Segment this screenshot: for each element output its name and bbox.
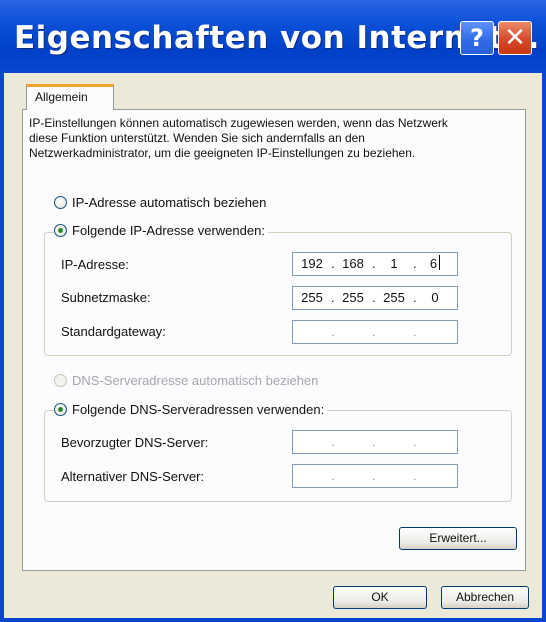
ok-button[interactable]: OK [333, 586, 427, 609]
dns-manual-radio[interactable]: Folgende DNS-Serveradressen verwenden: [54, 401, 328, 419]
octet: 0 [431, 290, 439, 305]
octet: 255 [342, 290, 364, 305]
octet: 6 [429, 256, 438, 271]
cancel-button[interactable]: Abbrechen [441, 586, 529, 609]
radio-button-checked-icon [54, 224, 67, 237]
radio-button-checked-icon [54, 403, 67, 416]
ip-address-label: IP-Adresse: [61, 257, 129, 272]
octet-separator: . [372, 434, 376, 449]
octet-separator: . [413, 468, 417, 483]
advanced-button[interactable]: Erweitert... [399, 527, 517, 550]
octet: 255 [301, 290, 323, 305]
octet: 168 [342, 256, 364, 271]
ip-auto-label: IP-Adresse automatisch beziehen [72, 195, 267, 210]
octet-separator: . [372, 468, 376, 483]
octet: 255 [383, 290, 405, 305]
description-text: IP-Einstellungen können automatisch zuge… [29, 116, 448, 160]
octet: 192 [301, 256, 323, 271]
close-button[interactable]: ✕ [498, 21, 532, 55]
dns-group-box [44, 410, 512, 502]
alternate-dns-label: Alternativer DNS-Server: [61, 469, 205, 484]
properties-dialog: Eigenschaften von Internet... ? ✕ Allgem… [0, 0, 546, 622]
default-gateway-input[interactable]: . . . [292, 320, 458, 344]
ip-auto-radio[interactable]: IP-Adresse automatisch beziehen [54, 194, 266, 212]
subnet-mask-label: Subnetzmaske: [61, 290, 151, 305]
ip-address-input[interactable]: 192. 168. 1. 6 [292, 252, 458, 276]
subnet-mask-input[interactable]: 255. 255. 255. 0 [292, 286, 458, 310]
dns-auto-label: DNS-Serveradresse automatisch beziehen [72, 373, 319, 388]
dns-manual-label: Folgende DNS-Serveradressen verwenden: [72, 402, 325, 417]
alternate-dns-input[interactable]: . . . [292, 464, 458, 488]
dns-auto-radio[interactable]: DNS-Serveradresse automatisch beziehen [54, 372, 318, 390]
octet-separator: . [413, 324, 417, 339]
octet-separator: . [331, 324, 335, 339]
octet-separator: . [413, 434, 417, 449]
octet-separator: . [372, 324, 376, 339]
radio-button-icon [54, 196, 67, 209]
text-caret [439, 255, 441, 270]
title-bar[interactable]: Eigenschaften von Internet... ? ✕ [0, 0, 546, 74]
help-button[interactable]: ? [460, 21, 494, 55]
preferred-dns-input[interactable]: . . . [292, 430, 458, 454]
octet-with-caret: 6 [416, 253, 454, 275]
tab-allgemein[interactable]: Allgemein [26, 84, 114, 110]
default-gateway-label: Standardgateway: [61, 324, 166, 339]
ip-manual-radio[interactable]: Folgende IP-Adresse verwenden: [54, 222, 268, 240]
radio-button-icon [54, 374, 67, 387]
octet-separator: . [331, 468, 335, 483]
octet-separator: . [331, 434, 335, 449]
octet: 1 [390, 256, 398, 271]
preferred-dns-label: Bevorzugter DNS-Server: [61, 435, 209, 450]
ip-manual-label: Folgende IP-Adresse verwenden: [72, 223, 265, 238]
